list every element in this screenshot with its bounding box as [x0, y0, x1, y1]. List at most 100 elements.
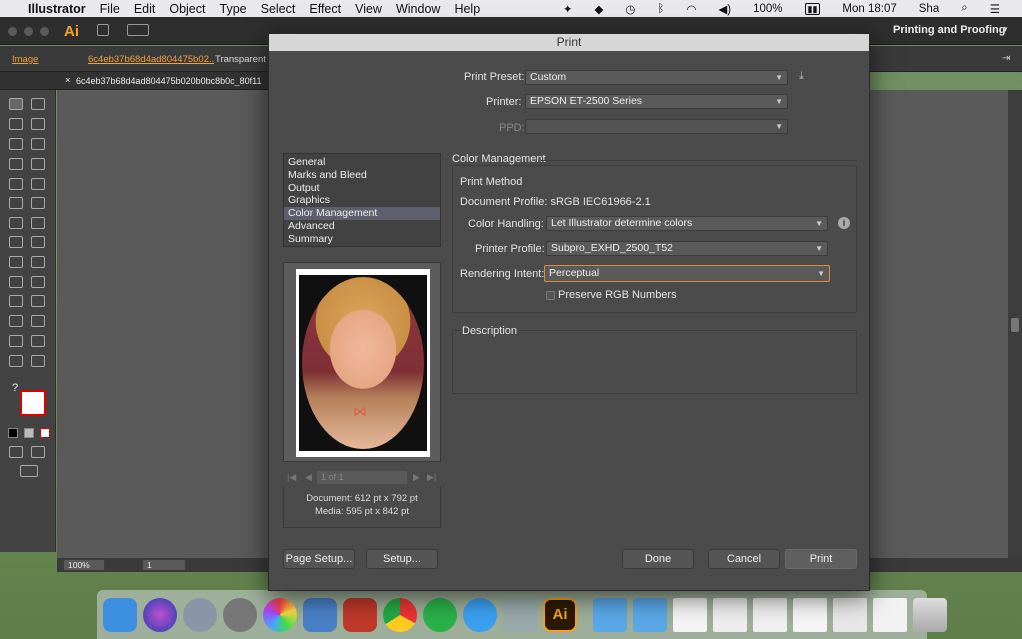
print-button[interactable]: Print [785, 549, 857, 569]
artboard-select[interactable]: 1 [142, 559, 186, 571]
color-handling-select[interactable]: Let Illustrator determine colors ▼ [546, 216, 828, 231]
battery-percent[interactable]: 100% [753, 3, 782, 15]
slice-tool-icon[interactable] [31, 335, 45, 347]
rotate-tool-icon[interactable] [9, 217, 23, 229]
bluetooth-icon[interactable]: ᛒ [657, 3, 664, 15]
photos-icon[interactable] [263, 597, 297, 632]
document-tab[interactable]: 6c4eb37b68d4ad804475b020b0bc8b0c_80f11 [76, 76, 268, 86]
eyedropper-tool-icon[interactable] [9, 295, 23, 307]
spotlight-icon[interactable]: ⌕ [961, 2, 967, 15]
minimize-window-button[interactable] [24, 27, 33, 36]
direct-selection-tool-icon[interactable] [31, 98, 45, 110]
preview-icon[interactable] [303, 597, 337, 632]
menu-effect[interactable]: Effect [309, 2, 341, 16]
menu-file[interactable]: File [100, 2, 120, 16]
zoom-select[interactable]: 100% [63, 559, 105, 571]
perspective-grid-tool-icon[interactable] [31, 256, 45, 268]
column-graph-tool-icon[interactable] [31, 315, 45, 327]
chrome-icon[interactable] [383, 597, 417, 632]
document-thumbnail-icon[interactable] [673, 597, 707, 632]
timemachine-icon[interactable]: ◷ [625, 2, 635, 16]
siri-icon[interactable] [143, 597, 177, 632]
bridge-icon[interactable] [97, 24, 109, 36]
print-preview[interactable]: ⋈ [283, 262, 441, 462]
panel-menu-icon[interactable]: ⇥ [1002, 53, 1010, 64]
chevron-down-icon[interactable]: ▾ [1003, 24, 1008, 35]
previous-page-icon[interactable]: ◀ [305, 472, 312, 483]
nav-item-general[interactable]: General [284, 156, 440, 169]
menu-object[interactable]: Object [169, 2, 205, 16]
save-preset-icon[interactable]: ⤓ [799, 70, 804, 83]
screen-mode-icon[interactable] [20, 465, 38, 477]
menu-window[interactable]: Window [396, 2, 440, 16]
document-thumbnail-icon[interactable] [833, 597, 867, 632]
paintbrush-tool-icon[interactable] [9, 178, 23, 190]
nav-item-color-management[interactable]: Color Management [284, 207, 440, 220]
evernote-icon[interactable]: ◆ [595, 2, 604, 16]
symbol-sprayer-tool-icon[interactable] [9, 315, 23, 327]
type-tool-icon[interactable] [31, 138, 45, 150]
notification-center-icon[interactable]: ☰ [990, 2, 1000, 16]
whatsapp-icon[interactable] [423, 597, 457, 632]
arrange-documents-icon[interactable] [127, 24, 149, 36]
selection-tool-icon[interactable] [9, 98, 23, 110]
eraser-tool-icon[interactable] [31, 197, 45, 209]
pen-tool-icon[interactable] [9, 138, 23, 150]
workspace-switcher[interactable]: Printing and Proofing [893, 24, 1005, 36]
preserve-rgb-checkbox[interactable] [546, 291, 555, 300]
volume-icon[interactable]: ◀) [718, 2, 731, 16]
artboard-tool-icon[interactable] [9, 335, 23, 347]
info-icon[interactable]: i [838, 217, 850, 229]
color-mode-icon[interactable] [8, 428, 18, 438]
scale-tool-icon[interactable] [31, 217, 45, 229]
launchpad-icon[interactable] [183, 597, 217, 632]
unknown-tool-icon[interactable]: ? [12, 382, 18, 394]
finder-icon[interactable] [103, 597, 137, 632]
document-thumbnail-icon[interactable] [793, 597, 827, 632]
menu-select[interactable]: Select [261, 2, 296, 16]
document-thumbnail-icon[interactable] [753, 597, 787, 632]
magic-wand-tool-icon[interactable] [9, 118, 23, 130]
pencil-tool-icon[interactable] [31, 178, 45, 190]
draw-normal-icon[interactable] [9, 446, 23, 458]
free-transform-tool-icon[interactable] [31, 236, 45, 248]
draw-behind-icon[interactable] [31, 446, 45, 458]
nav-item-output[interactable]: Output [284, 182, 440, 195]
lasso-tool-icon[interactable] [31, 118, 45, 130]
menu-help[interactable]: Help [454, 2, 480, 16]
blend-tool-icon[interactable] [31, 295, 45, 307]
nav-item-graphics[interactable]: Graphics [284, 194, 440, 207]
user-name[interactable]: Sha [919, 3, 939, 15]
close-tab-icon[interactable]: × [65, 75, 71, 86]
menu-edit[interactable]: Edit [134, 2, 156, 16]
first-page-icon[interactable]: |◀ [287, 472, 296, 483]
document-thumbnail-icon[interactable] [713, 597, 747, 632]
none-mode-icon[interactable] [40, 428, 50, 438]
battery-icon[interactable]: ▮▮ [804, 2, 821, 15]
nav-item-marks-and-bleed[interactable]: Marks and Bleed [284, 169, 440, 182]
zoom-tool-icon[interactable] [31, 355, 45, 367]
cancel-button[interactable]: Cancel [708, 549, 780, 569]
printer-select[interactable]: EPSON ET-2500 Series ▼ [525, 94, 788, 109]
setup-button[interactable]: Setup... [366, 549, 438, 569]
next-page-icon[interactable]: ▶ [413, 472, 420, 483]
document-thumbnail-icon[interactable] [873, 597, 907, 632]
vertical-scrollbar[interactable] [1008, 90, 1022, 558]
print-preset-select[interactable]: Custom ▼ [525, 70, 788, 85]
page-number-field[interactable]: 1 of 1 [317, 471, 407, 484]
menu-view[interactable]: View [355, 2, 382, 16]
width-tool-icon[interactable] [9, 236, 23, 248]
xcode-tools-icon[interactable] [503, 597, 537, 632]
downloads-folder-icon[interactable] [633, 597, 667, 632]
scrollbar-thumb[interactable] [1011, 318, 1019, 332]
wifi-icon[interactable]: ◠ [686, 2, 696, 16]
system-preferences-icon[interactable] [223, 597, 257, 632]
fill-stroke-swatch[interactable] [20, 390, 46, 416]
applications-folder-icon[interactable] [593, 597, 627, 632]
menu-type[interactable]: Type [220, 2, 247, 16]
gradient-mode-icon[interactable] [24, 428, 34, 438]
shape-builder-tool-icon[interactable] [9, 256, 23, 268]
rendering-intent-select[interactable]: Perceptual ▼ [544, 265, 830, 282]
printer-profile-select[interactable]: Subpro_EXHD_2500_T52 ▼ [546, 241, 828, 256]
clock[interactable]: Mon 18:07 [842, 3, 896, 15]
